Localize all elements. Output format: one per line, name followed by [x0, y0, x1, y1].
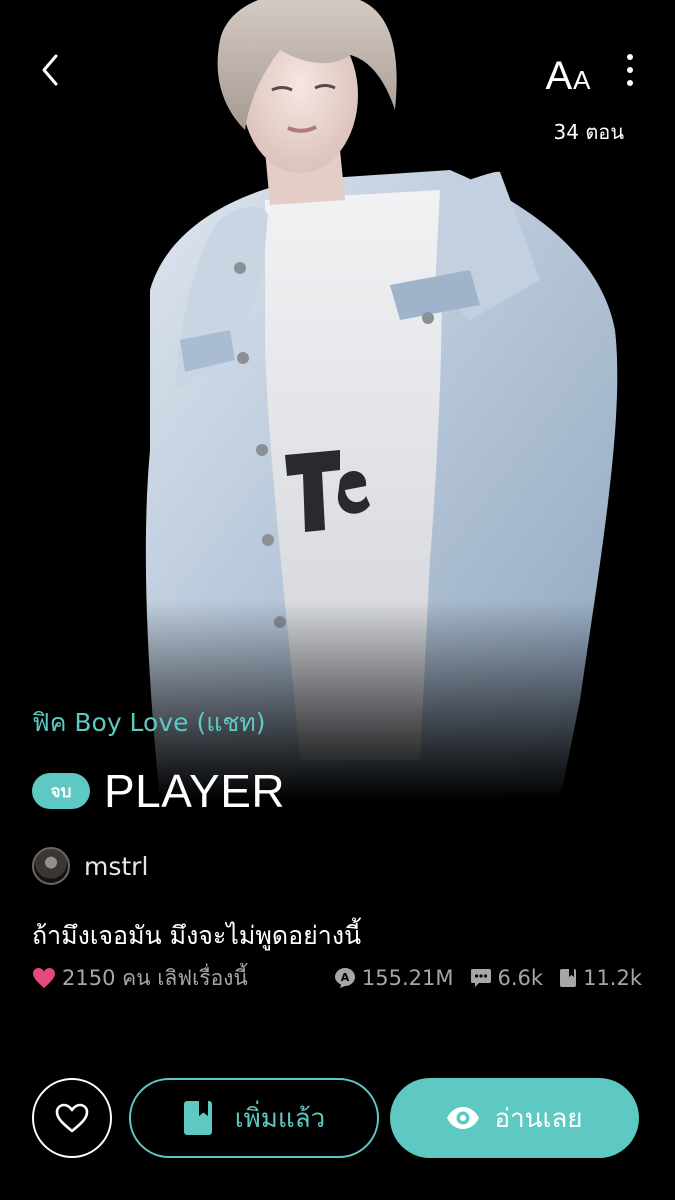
eye-icon — [447, 1107, 480, 1129]
font-size-label-small: A — [573, 65, 591, 95]
added-to-library-button[interactable]: เพิ่มแล้ว — [129, 1078, 379, 1158]
chevron-left-icon — [42, 54, 58, 86]
author-link[interactable]: mstrl — [32, 847, 148, 885]
title-row: จบ PLAYER — [32, 764, 285, 818]
comment-icon — [470, 969, 491, 987]
comment-count: 6.6k — [470, 966, 544, 990]
back-button[interactable] — [28, 48, 72, 92]
library-count-text: 11.2k — [583, 966, 642, 990]
bookmark-book-icon — [183, 1101, 212, 1135]
like-button[interactable] — [32, 1078, 112, 1158]
read-button-label: อ่านเลย — [494, 1103, 583, 1134]
avatar — [32, 847, 70, 885]
library-count: 11.2k — [559, 966, 642, 990]
svg-text:A: A — [341, 971, 350, 984]
heart-outline-icon — [55, 1103, 89, 1133]
stats-row: 2150 คน เลิฟเรื่องนี้ A 155.21M 6.6k 11.… — [32, 963, 642, 993]
comment-count-text: 6.6k — [497, 966, 544, 990]
status-badge: จบ — [32, 773, 90, 809]
story-detail-screen: AA 34 ตอน ฟิค Boy Love (แชท) จบ PLAYER m… — [0, 0, 675, 1200]
view-count-text: 155.21M — [361, 966, 454, 990]
read-now-button[interactable]: อ่านเลย — [390, 1078, 639, 1158]
view-count: A 155.21M — [334, 966, 454, 990]
story-tagline: ถ้ามึงเจอมัน มึงจะไม่พูดอย่างนี้ — [32, 921, 362, 950]
views-icon: A — [334, 968, 355, 988]
story-metrics: A 155.21M 6.6k 11.2k — [318, 966, 642, 990]
love-count-text: 2150 คน เลิฟเรื่องนี้ — [62, 965, 248, 990]
library-button-label: เพิ่มแล้ว — [234, 1103, 326, 1134]
heart-icon — [33, 968, 55, 988]
love-count: 2150 คน เลิฟเรื่องนี้ — [32, 962, 248, 995]
font-size-label-big: A — [545, 54, 573, 98]
story-category[interactable]: ฟิค Boy Love (แชท) — [32, 703, 266, 743]
author-name: mstrl — [84, 851, 149, 881]
episode-count: 34 ตอน — [553, 120, 624, 144]
more-vertical-icon — [627, 54, 633, 60]
story-title: PLAYER — [104, 765, 286, 817]
more-options-button[interactable] — [610, 48, 650, 92]
font-size-button[interactable]: AA — [540, 48, 596, 96]
book-icon — [560, 969, 577, 987]
